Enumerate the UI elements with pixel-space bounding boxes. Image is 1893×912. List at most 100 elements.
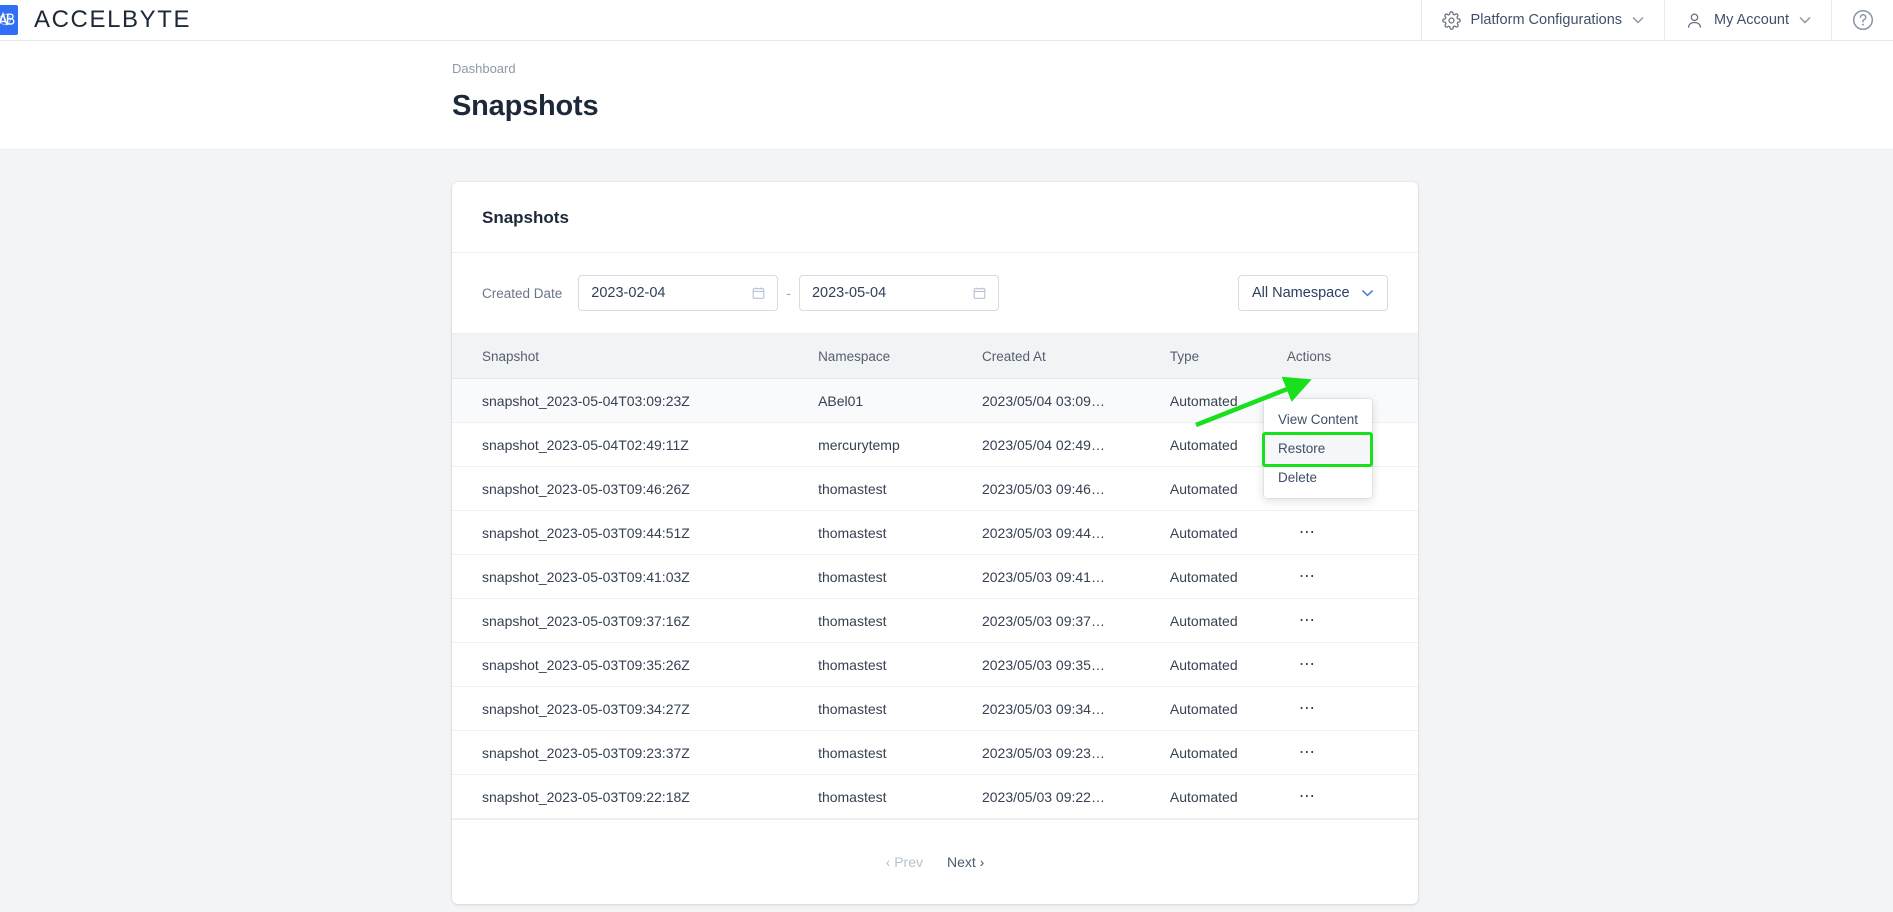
row-actions-context-menu: View Content Restore Delete — [1264, 399, 1372, 498]
row-actions-ellipsis-button[interactable]: ⋯ — [1293, 609, 1322, 633]
date-from-input[interactable]: 2023-02-04 — [578, 275, 779, 311]
gear-icon — [1441, 10, 1461, 30]
cell-namespace: mercurytemp — [818, 422, 982, 467]
top-navigation-bar: ACCELBYTE Platform Configurations My Acc… — [0, 0, 1893, 41]
help-button[interactable] — [1831, 0, 1893, 40]
cell-actions: ⋯ — [1286, 774, 1418, 819]
row-actions-ellipsis-button[interactable]: ⋯ — [1293, 565, 1322, 589]
row-actions-ellipsis-button[interactable]: ⋯ — [1293, 653, 1322, 677]
row-actions-ellipsis-button[interactable]: ⋯ — [1293, 697, 1322, 721]
cell-namespace: ABel01 — [818, 378, 982, 423]
date-range-separator: - — [786, 285, 791, 301]
accelbyte-logo-icon — [0, 5, 18, 35]
cell-actions: ⋯ — [1286, 642, 1418, 687]
cell-namespace: thomastest — [818, 510, 982, 555]
column-header-type[interactable]: Type — [1169, 333, 1287, 379]
date-from-value: 2023-02-04 — [591, 285, 666, 301]
cell-namespace: thomastest — [818, 642, 982, 687]
cell-snapshot-name: snapshot_2023-05-03T09:22:18Z — [452, 774, 819, 819]
cell-actions: ⋯ — [1286, 686, 1418, 731]
cell-snapshot-name: snapshot_2023-05-03T09:35:26Z — [452, 642, 819, 687]
cell-snapshot-name: snapshot_2023-05-04T03:09:23Z — [452, 378, 819, 423]
context-menu-item-delete[interactable]: Delete — [1264, 463, 1372, 492]
table-header: Snapshot Namespace Created At Type Actio… — [452, 333, 1418, 379]
page-header: Dashboard Snapshots — [0, 41, 1893, 150]
cell-snapshot-name: snapshot_2023-05-03T09:41:03Z — [452, 554, 819, 599]
cell-type: Automated — [1169, 554, 1287, 599]
cell-type: Automated — [1169, 642, 1287, 687]
row-actions-ellipsis-button[interactable]: ⋯ — [1293, 785, 1322, 809]
column-header-namespace[interactable]: Namespace — [818, 333, 982, 379]
cell-snapshot-name: snapshot_2023-05-03T09:46:26Z — [452, 466, 819, 511]
table-row[interactable]: snapshot_2023-05-03T09:22:18Z thomastest 2… — [452, 774, 1418, 819]
page-title: Snapshots — [452, 90, 599, 122]
brand-name: ACCELBYTE — [34, 6, 192, 33]
cell-namespace: thomastest — [818, 598, 982, 643]
brand-logo[interactable]: ACCELBYTE — [0, 0, 191, 40]
cell-namespace: thomastest — [818, 730, 982, 775]
prev-page-button[interactable]: ‹ Prev — [886, 854, 923, 870]
column-header-created-at[interactable]: Created At — [981, 333, 1170, 379]
date-to-value: 2023-05-04 — [811, 285, 887, 301]
cell-created-at: 2023/05/03 09:22… — [981, 774, 1170, 819]
snapshots-card: Snapshots Created Date 2023-02-04 - 2023… — [452, 182, 1418, 904]
cell-created-at: 2023/05/03 09:46… — [981, 466, 1170, 511]
table-row[interactable]: snapshot_2023-05-03T09:41:03Z thomastest 2… — [452, 554, 1418, 599]
column-header-actions: Actions — [1286, 333, 1418, 379]
my-account-label: My Account — [1714, 12, 1789, 28]
table-row[interactable]: snapshot_2023-05-03T09:23:37Z thomastest 2… — [452, 730, 1418, 775]
cell-namespace: thomastest — [818, 686, 982, 731]
chevron-down-icon — [1361, 285, 1374, 301]
cell-type: Automated — [1169, 686, 1287, 731]
cell-created-at: 2023/05/03 09:34… — [981, 686, 1170, 731]
platform-configurations-label: Platform Configurations — [1470, 12, 1623, 28]
row-actions-ellipsis-button[interactable]: ⋯ — [1293, 521, 1322, 545]
card-title: Snapshots — [452, 182, 1418, 253]
calendar-icon[interactable] — [972, 286, 987, 301]
my-account-menu[interactable]: My Account — [1664, 0, 1831, 40]
date-to-input[interactable]: 2023-05-04 — [798, 275, 999, 311]
table-header-row: Snapshot Namespace Created At Type Actio… — [452, 333, 1418, 379]
platform-configurations-menu[interactable]: Platform Configurations — [1420, 0, 1665, 40]
cell-created-at: 2023/05/03 09:23… — [981, 730, 1170, 775]
cell-snapshot-name: snapshot_2023-05-03T09:37:16Z — [452, 598, 819, 643]
namespace-selected-value: All Namespace — [1252, 285, 1350, 301]
table-row[interactable]: snapshot_2023-05-03T09:37:16Z thomastest 2… — [452, 598, 1418, 643]
next-page-button[interactable]: Next › — [947, 854, 984, 870]
cell-actions: ⋯ — [1286, 554, 1418, 599]
breadcrumb[interactable]: Dashboard — [452, 61, 1893, 76]
row-actions-ellipsis-button[interactable]: ⋯ — [1293, 741, 1322, 765]
cell-actions: ⋯ — [1286, 730, 1418, 775]
cell-type: Automated — [1169, 598, 1287, 643]
created-date-label: Created Date — [482, 285, 563, 301]
cell-snapshot-name: snapshot_2023-05-03T09:23:37Z — [452, 730, 819, 775]
cell-created-at: 2023/05/03 09:37… — [981, 598, 1170, 643]
cell-snapshot-name: snapshot_2023-05-03T09:34:27Z — [452, 686, 819, 731]
chevron-down-icon — [1799, 12, 1811, 28]
pagination: ‹ Prev Next › — [452, 819, 1418, 904]
cell-namespace: thomastest — [818, 554, 982, 599]
filter-bar: Created Date 2023-02-04 - 2023-05-04 All — [452, 253, 1418, 333]
cell-created-at: 2023/05/03 09:44… — [981, 510, 1170, 555]
table-row[interactable]: snapshot_2023-05-03T09:44:51Z thomastest 2… — [452, 510, 1418, 555]
cell-type: Automated — [1169, 774, 1287, 819]
cell-created-at: 2023/05/03 09:35… — [981, 642, 1170, 687]
context-menu-item-view-content[interactable]: View Content — [1264, 405, 1372, 434]
cell-snapshot-name: snapshot_2023-05-04T02:49:11Z — [452, 422, 819, 467]
table-row[interactable]: snapshot_2023-05-03T09:34:27Z thomastest 2… — [452, 686, 1418, 731]
table-row[interactable]: snapshot_2023-05-03T09:35:26Z thomastest 2… — [452, 642, 1418, 687]
cell-created-at: 2023/05/04 02:49… — [981, 422, 1170, 467]
column-header-snapshot[interactable]: Snapshot — [452, 333, 819, 379]
cell-actions: ⋯ — [1286, 510, 1418, 555]
cell-namespace: thomastest — [818, 466, 982, 511]
cell-actions: ⋯ — [1286, 598, 1418, 643]
cell-created-at: 2023/05/03 09:41… — [981, 554, 1170, 599]
calendar-icon[interactable] — [751, 286, 766, 301]
user-icon — [1685, 11, 1704, 30]
cell-type: Automated — [1169, 510, 1287, 555]
cell-snapshot-name: snapshot_2023-05-03T09:44:51Z — [452, 510, 819, 555]
cell-created-at: 2023/05/04 03:09… — [981, 378, 1170, 423]
context-menu-item-restore[interactable]: Restore — [1264, 434, 1372, 463]
namespace-select[interactable]: All Namespace — [1238, 275, 1388, 311]
top-nav-actions: Platform Configurations My Account — [1420, 0, 1893, 40]
